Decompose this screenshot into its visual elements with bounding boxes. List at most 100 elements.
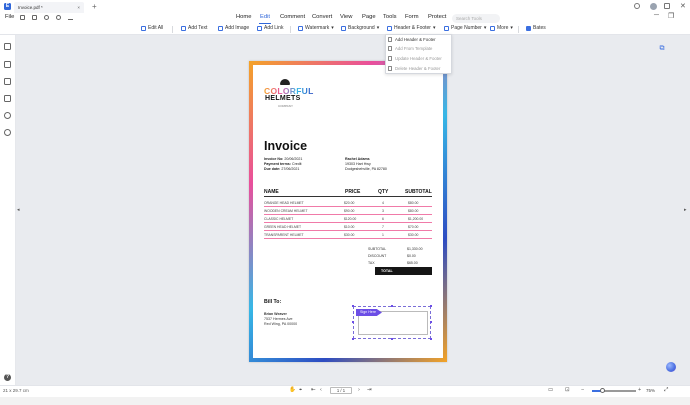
redo-icon[interactable] [56,15,61,20]
menu-protect[interactable]: Protect [428,14,446,20]
watermark-icon [298,25,303,31]
select-tool-icon[interactable]: ⌖ [299,387,302,394]
new-tab-icon[interactable]: + [92,2,97,11]
zoom-in-icon[interactable]: + [638,387,641,393]
bookmark-icon[interactable] [4,61,11,68]
first-page-icon[interactable]: ⇤ [311,387,316,393]
add-icon [388,37,392,42]
comment-icon[interactable] [4,78,11,85]
resize-handle[interactable] [391,338,393,340]
left-sidebar [0,35,16,385]
menu-tools[interactable]: Tools [383,14,397,20]
last-page-icon[interactable]: ⇥ [367,387,372,393]
resize-handle[interactable] [391,305,393,307]
page-number-icon [444,25,449,31]
chevron-down-icon: ▾ [483,25,487,31]
menu-page[interactable]: Page [362,14,376,20]
avatar-icon[interactable] [650,3,657,10]
sign-here-tag[interactable]: Sign Here [356,309,382,316]
help-icon[interactable]: ? [4,374,11,381]
tax-label: TAX [368,261,375,265]
discount-label: DISCOUNT [368,254,387,258]
add-text-button[interactable]: Add Text [181,25,207,31]
table-row: WOODEN CREAM HELMET $90.00 3 $80.00 [264,207,432,215]
page-number-label: Page Number [451,25,482,31]
resize-handle[interactable] [352,338,354,340]
payment-terms: Payment terms: Credit [264,162,302,166]
zoom-level[interactable]: 75% [646,388,655,393]
next-page-icon[interactable]: › [358,387,360,393]
previous-page-icon[interactable]: ‹ [320,387,322,393]
column-header-price: PRICE [345,189,361,195]
fit-page-icon[interactable]: ⊡ [565,387,570,393]
collapse-right-icon[interactable]: ▸ [684,207,687,213]
resize-handle[interactable] [430,321,432,323]
search-tools-input[interactable]: Search Tools [452,14,500,23]
convert-panel-icon[interactable]: ⧉ [658,45,666,53]
undo-icon[interactable] [44,15,49,20]
ai-assistant-icon[interactable] [666,362,676,372]
add-link-label: Add Link [264,25,284,31]
menu-add-from-template[interactable]: Add From Template [386,44,451,53]
bell-icon[interactable] [634,3,640,9]
client-address-line2: Dodgeshehville, PA 82780 [345,167,387,171]
menu-edit[interactable]: Edit [260,14,270,20]
chevron-down-icon: ▾ [376,25,380,31]
title-bar: E Invoice.pdf * × + ─ ❐ ✕ [0,0,690,20]
more-icon [490,25,495,31]
close-tab-icon[interactable]: × [77,5,80,10]
single-page-view-icon[interactable]: ▭ [548,387,553,393]
menu-convert[interactable]: Convert [312,14,332,20]
background-label: Background [348,25,375,31]
thumbnails-icon[interactable] [4,43,11,50]
menu-file[interactable]: File [5,14,14,20]
add-link-button[interactable]: Add Link [257,25,283,31]
zoom-out-icon[interactable]: − [581,387,584,393]
image-icon [218,25,223,31]
search-icon[interactable] [4,112,11,119]
resize-handle[interactable] [352,305,354,307]
print-icon[interactable] [32,15,37,20]
header-footer-button[interactable]: Header & Footer ▾ [387,25,435,31]
menu-home[interactable]: Home [236,14,251,20]
close-window-icon[interactable]: ✕ [680,2,686,10]
user-icon[interactable] [664,3,670,9]
more-button[interactable]: More ▾ [490,25,513,31]
dropdown-chevron-icon[interactable] [68,16,73,20]
attachment-icon[interactable] [4,95,11,102]
menu-view[interactable]: View [340,14,352,20]
document-tab[interactable]: Invoice.pdf * × [14,2,84,13]
background-button[interactable]: Background ▾ [341,25,379,31]
menu-bar: File Home Edit Comment Convert View Page… [0,13,690,24]
menu-update-header-footer[interactable]: Update Header & Footer [386,54,451,63]
menu-comment[interactable]: Comment [280,14,305,20]
watermark-button[interactable]: Watermark ▾ [298,25,334,31]
bates-button[interactable]: Bates [526,25,546,31]
layers-icon[interactable] [4,129,11,136]
toolbar-divider [518,26,519,33]
page-size-indicator: 21 x 29.7 cm [3,388,29,393]
zoom-slider-handle[interactable] [600,388,605,393]
more-label: More [497,25,509,31]
due-date: Due date: 27/06/2021 [264,167,300,171]
menu-add-header-footer[interactable]: Add Header & Footer [386,35,451,44]
subtotal-value: $1,330.00 [407,247,423,251]
save-icon[interactable] [20,15,25,20]
fullscreen-icon[interactable]: ⤢ [664,387,668,394]
page-number-input[interactable]: 1 / 1 [330,387,352,394]
update-icon [388,56,392,61]
table-row: ORANGE HEAD HELMET $20.00 4 $80.00 [264,199,432,207]
menu-form[interactable]: Form [405,14,419,20]
menu-delete-header-footer[interactable]: Delete Header & Footer [386,64,451,73]
bates-label: Bates [533,25,546,31]
search-tools-placeholder: Search Tools [456,16,482,21]
edit-all-button[interactable]: Edit All [141,25,163,31]
resize-handle[interactable] [352,321,354,323]
collapse-left-icon[interactable]: ◂ [17,207,20,213]
page-number-button[interactable]: Page Number ▾ [444,25,486,31]
resize-handle[interactable] [430,338,432,340]
add-image-button[interactable]: Add Image [218,25,249,31]
hand-tool-icon[interactable]: ✋ [289,387,296,393]
text-icon [181,25,186,31]
resize-handle[interactable] [430,305,432,307]
